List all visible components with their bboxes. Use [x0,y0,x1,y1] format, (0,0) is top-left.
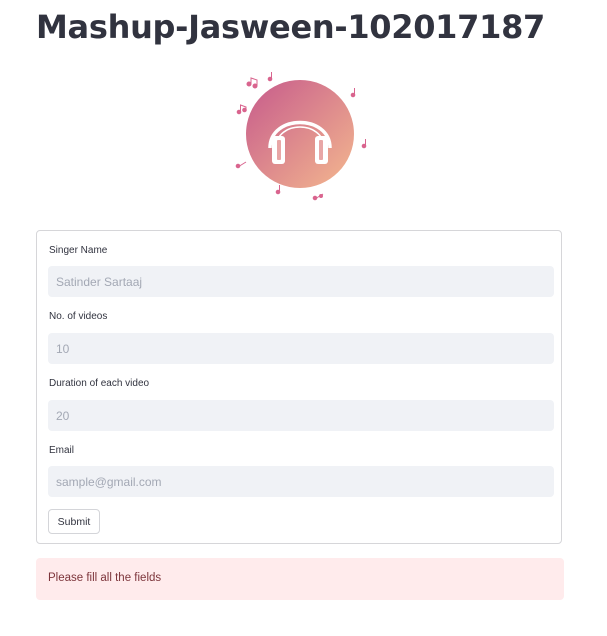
video-count-label: No. of videos [49,311,108,322]
video-count-input[interactable] [48,333,554,364]
headphones-logo [228,68,378,208]
duration-input[interactable] [48,400,554,431]
error-alert: Please fill all the fields [36,558,564,600]
email-input[interactable] [48,466,554,497]
headphones-icon [235,72,367,201]
mashup-form: Singer Name No. of videos Duration of ea… [36,230,562,544]
submit-button[interactable]: Submit [48,509,100,534]
duration-label: Duration of each video [49,378,150,389]
email-label: Email [49,445,75,456]
singer-name-input[interactable] [48,266,554,297]
page-title: Mashup-Jasween-102017187 [36,8,546,46]
singer-name-label: Singer Name [49,245,108,256]
